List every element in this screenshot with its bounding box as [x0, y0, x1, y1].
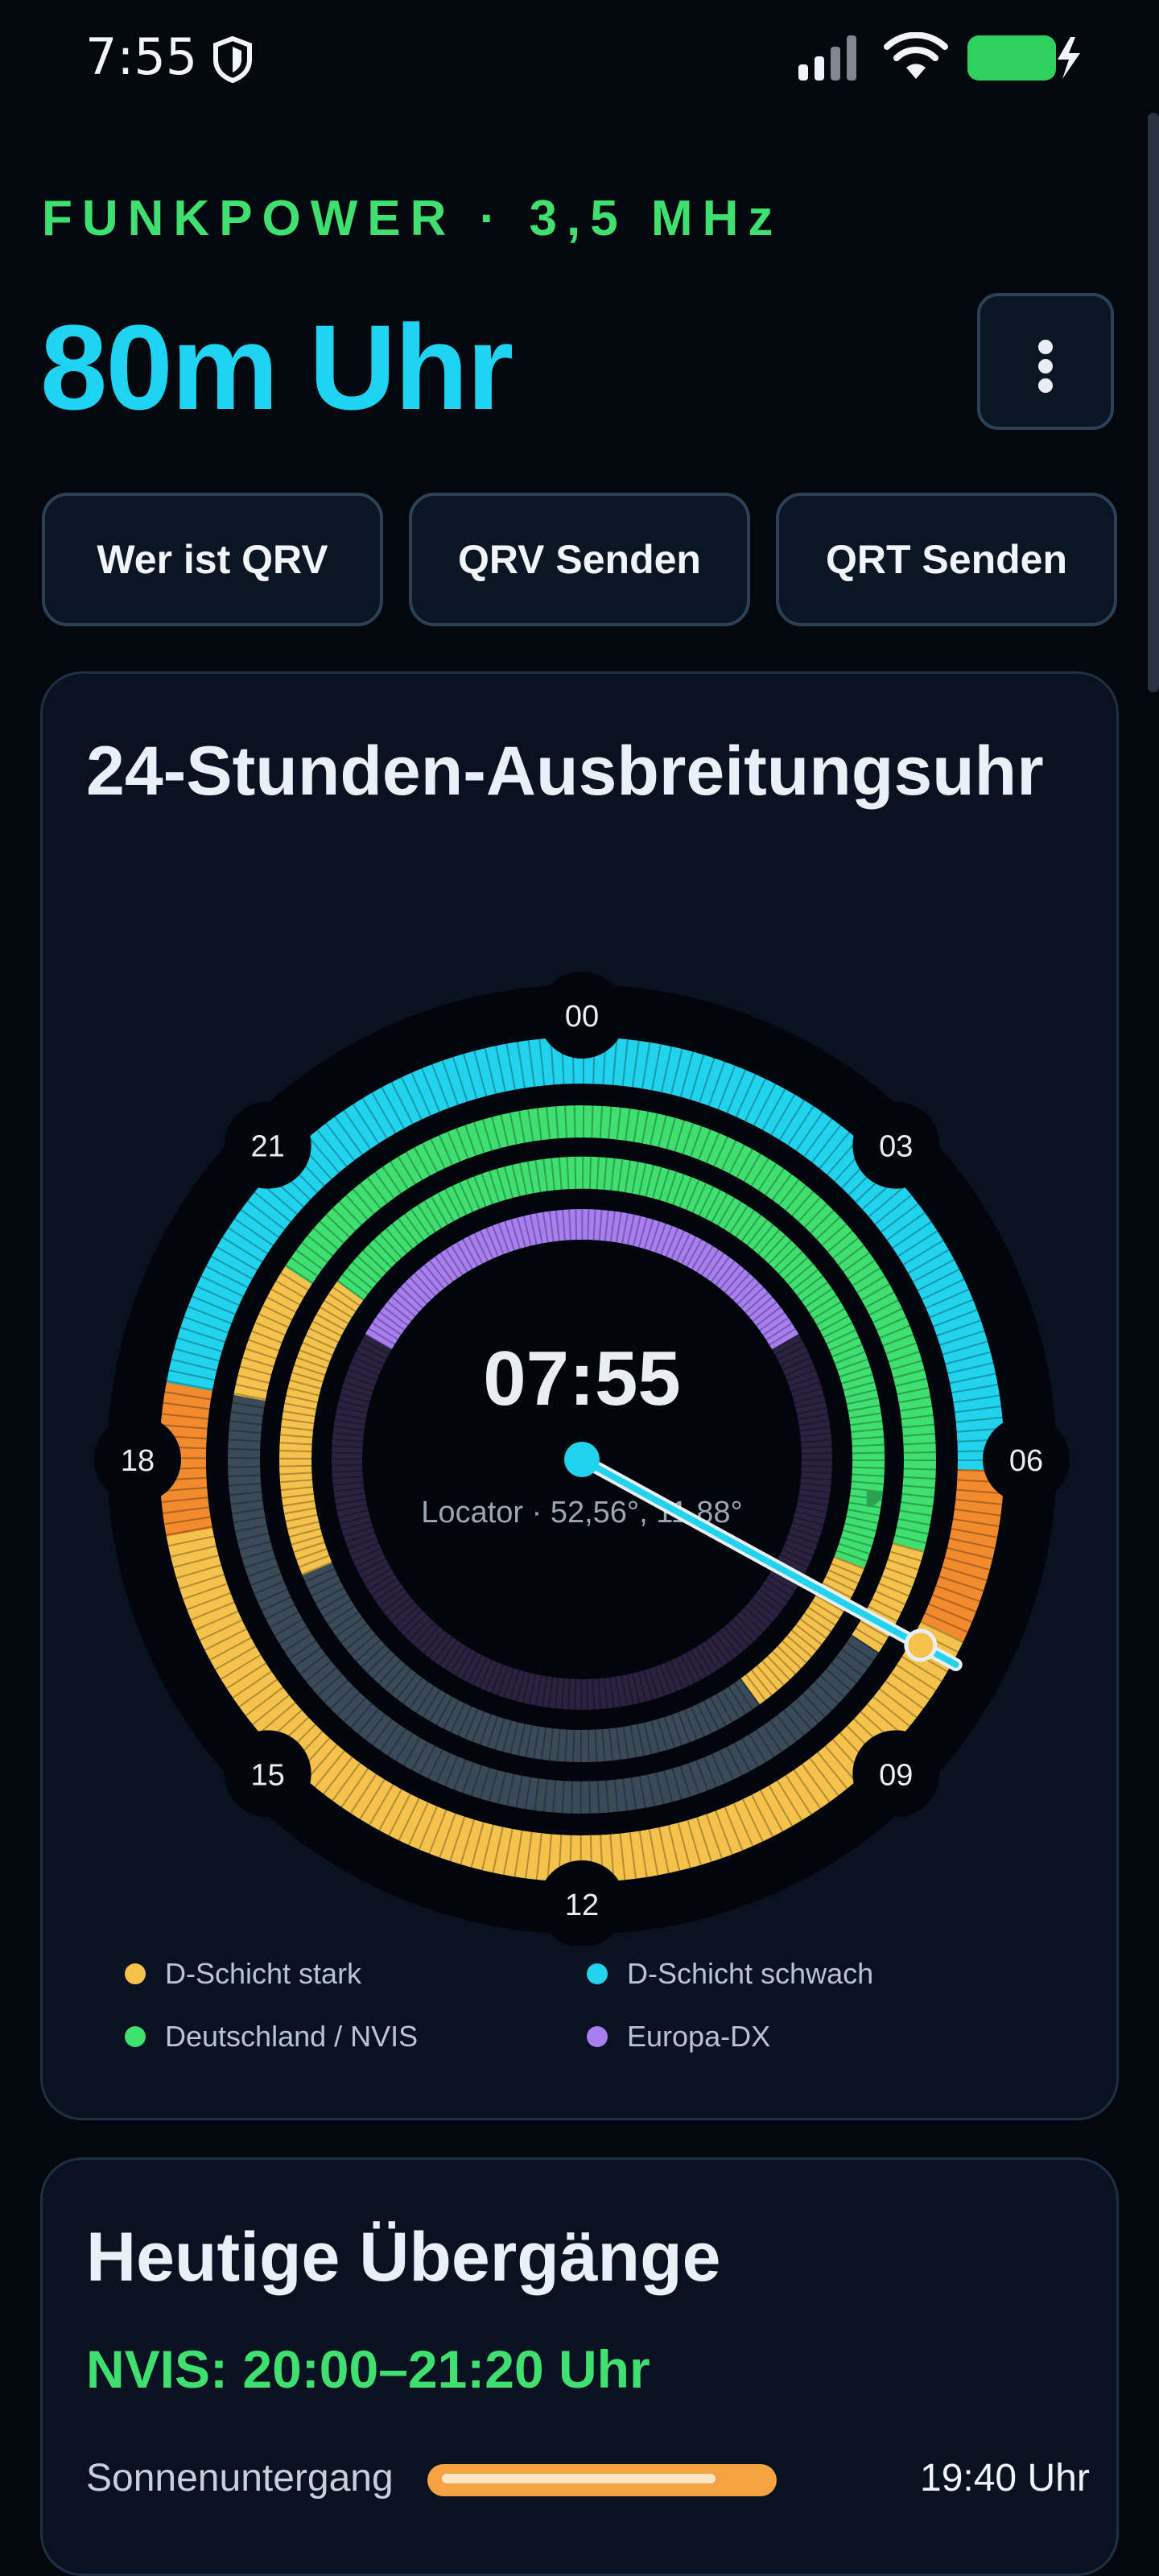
hour-label: 21 [251, 1130, 285, 1164]
app-eyebrow: FUNKPOWER · 3,5 MHz [42, 191, 783, 246]
transition-value: 19:40 Uhr [920, 2457, 1090, 2500]
nvis-window: NVIS: 20:00–21:20 Uhr [86, 2339, 650, 2399]
status-time: 7:55 [85, 27, 198, 86]
page-title: 80m Uhr [40, 299, 514, 435]
current-time-marker [904, 1629, 938, 1662]
needle-hub [564, 1442, 600, 1477]
legend-dot [125, 1963, 146, 1984]
transition-label: Sonnenuntergang [86, 2457, 394, 2500]
transition-bar [427, 2464, 777, 2496]
status-bar: 7:55 [0, 0, 1159, 113]
legend-item: D-Schicht stark [125, 1957, 361, 1991]
hour-label: 00 [565, 1000, 599, 1034]
legend-dot [587, 1963, 608, 1984]
wifi-icon [884, 32, 948, 79]
transitions-title: Heutige Übergänge [86, 2219, 721, 2296]
legend-dot [125, 2026, 146, 2047]
qrt-senden-button[interactable]: QRT Senden [776, 493, 1117, 626]
legend-item: Europa-DX [587, 2020, 770, 2054]
legend-label: D-Schicht schwach [627, 1957, 874, 1990]
hour-label: 03 [879, 1130, 913, 1164]
more-menu-button[interactable] [977, 293, 1114, 430]
more-vertical-icon [1038, 340, 1053, 354]
hour-label: 06 [1009, 1444, 1043, 1478]
legend-dot [587, 2026, 608, 2047]
more-vertical-icon-dot [1038, 359, 1053, 374]
propagation-clock[interactable]: 0003060912151821 07:55 Locator · 52,56°,… [43, 674, 1121, 1946]
shield-icon [213, 35, 252, 84]
legend-label: Deutschland / NVIS [165, 2020, 419, 2053]
legend-item: Deutschland / NVIS [125, 2020, 418, 2054]
transitions-card: Heutige Übergänge NVIS: 20:00–21:20 Uhr … [40, 2157, 1119, 2576]
more-vertical-icon-dot [1038, 378, 1053, 393]
transition-bar-fill [442, 2474, 716, 2483]
legend-label: D-Schicht stark [165, 1957, 362, 1990]
ring-segment [228, 1394, 266, 1515]
hour-label: 18 [121, 1444, 155, 1478]
legend-item: D-Schicht schwach [587, 1957, 873, 1991]
hour-label: 09 [879, 1758, 913, 1792]
hour-label: 15 [251, 1758, 285, 1792]
hour-label: 12 [565, 1889, 599, 1922]
qrv-senden-button[interactable]: QRV Senden [409, 493, 750, 626]
wer-ist-qrv-button[interactable]: Wer ist QRV [42, 493, 383, 626]
scrollbar[interactable] [1148, 113, 1159, 692]
action-bar: Wer ist QRV QRV Senden QRT Senden [42, 493, 1117, 626]
legend-label: Europa-DX [627, 2020, 771, 2053]
center-time: 07:55 [483, 1335, 681, 1422]
signal-icon [798, 35, 856, 80]
propagation-clock-card: 24-Stunden-Ausbreitungsuhr 00 03 06 09 12 15 1… [40, 671, 1119, 2120]
battery-charging-icon [967, 35, 1080, 80]
